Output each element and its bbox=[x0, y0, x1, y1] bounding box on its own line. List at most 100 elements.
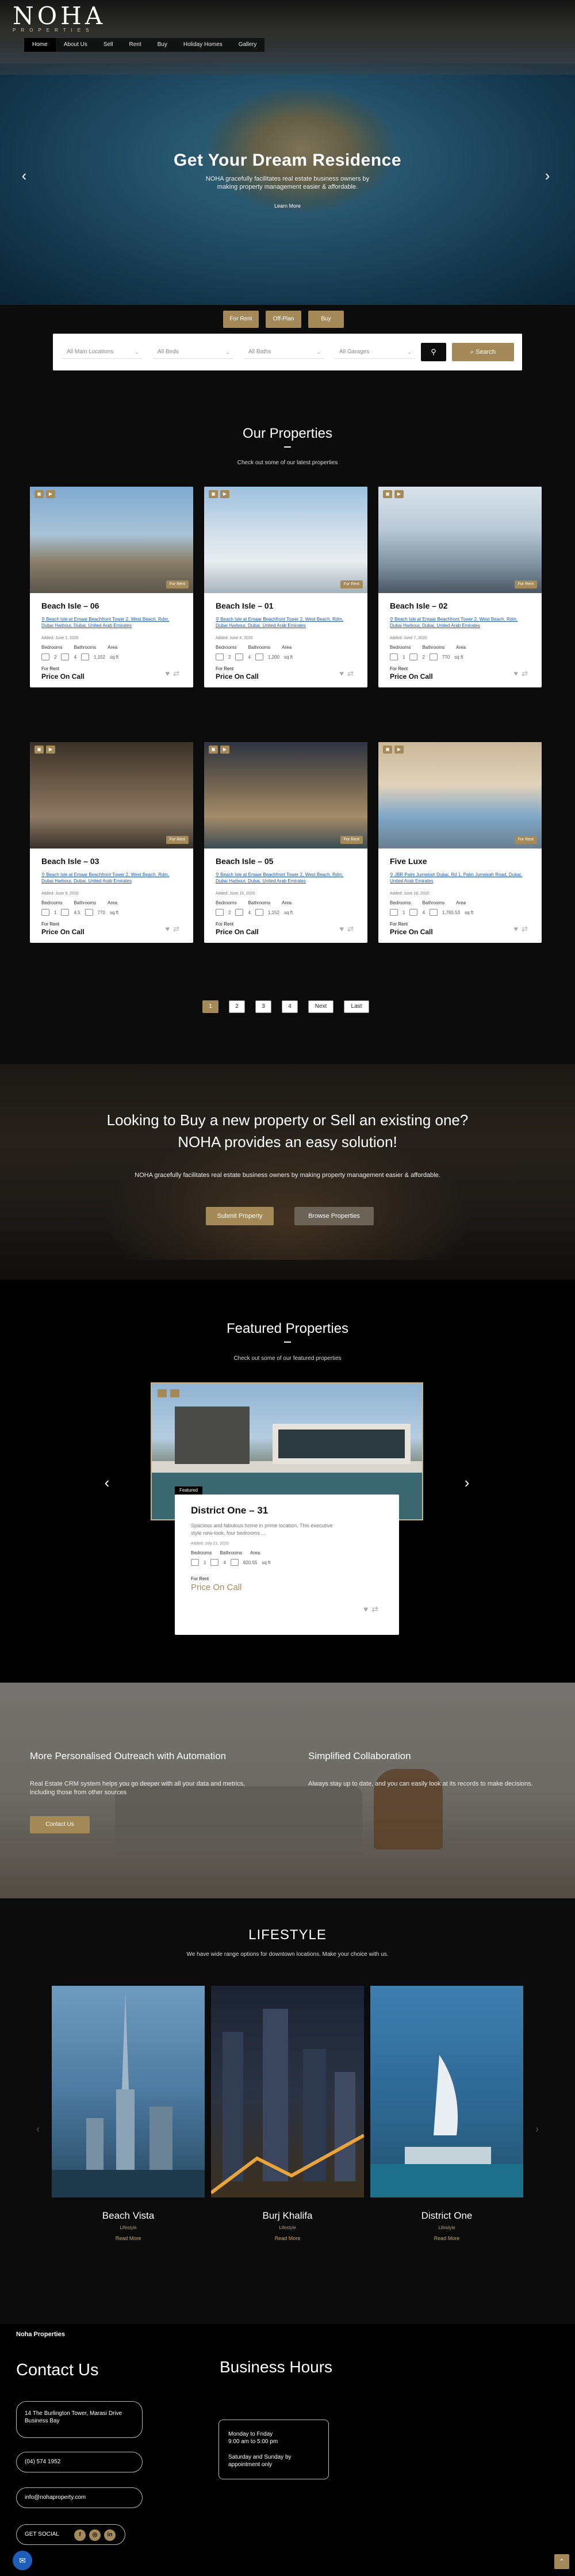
camera-icon[interactable]: ▣ bbox=[34, 746, 44, 754]
chat-icon[interactable]: ✉ bbox=[13, 2551, 32, 2570]
compare-icon[interactable]: ⇄ bbox=[347, 924, 357, 933]
property-address[interactable]: ⚲ JBR Palm Jumeirah Dubai, Rd 1, Palm Ju… bbox=[390, 872, 530, 890]
tab-off-plan[interactable]: Off-Plan bbox=[266, 311, 301, 328]
property-address[interactable]: ⚲ Beach Isle at Emaar Beachfront Tower 2… bbox=[216, 616, 356, 635]
property-card[interactable]: ▣ ▶ For Rent Beach Isle – 05 ⚲ Beach Isle at… bbox=[204, 742, 367, 943]
nav-item-sell[interactable]: Sell bbox=[95, 38, 121, 52]
back-to-top-icon[interactable]: ⌃ bbox=[554, 2554, 569, 2569]
property-address[interactable]: ⚲ Beach Isle at Emaar Beachfront Tower 2… bbox=[390, 616, 530, 635]
heart-icon[interactable]: ♥ bbox=[165, 669, 173, 678]
compare-icon[interactable]: ⇄ bbox=[347, 669, 357, 678]
compare-icon[interactable]: ⇄ bbox=[371, 1604, 382, 1614]
site-logo[interactable]: NOHA PROPERTIES bbox=[13, 3, 128, 33]
heart-icon[interactable]: ♥ bbox=[339, 924, 347, 933]
baths-select[interactable]: All Baths ⌄ bbox=[244, 345, 324, 359]
footer-email[interactable]: info@nohaproperty.com bbox=[16, 2487, 143, 2508]
heart-icon[interactable]: ♥ bbox=[513, 669, 522, 678]
nav-item-home[interactable]: Home bbox=[24, 38, 56, 52]
compare-icon[interactable]: ⇄ bbox=[173, 669, 183, 678]
browse-properties-button[interactable]: Browse Properties bbox=[294, 1207, 374, 1225]
tab-for-rent[interactable]: For Rent bbox=[223, 311, 259, 328]
page-3-button[interactable]: 3 bbox=[255, 1000, 271, 1013]
contact-us-button[interactable]: Contact Us bbox=[30, 1816, 90, 1833]
video-icon[interactable]: ▶ bbox=[394, 746, 404, 754]
heart-icon[interactable]: ♥ bbox=[339, 669, 347, 678]
video-icon[interactable]: ▶ bbox=[46, 490, 55, 498]
page-2-button[interactable]: 2 bbox=[229, 1000, 245, 1013]
hero-learn-more-button[interactable]: Learn More bbox=[259, 201, 316, 211]
video-icon[interactable]: ▶ bbox=[394, 490, 404, 498]
property-title[interactable]: Five Luxe bbox=[390, 857, 530, 866]
beds-select[interactable]: All Beds ⌄ bbox=[153, 345, 233, 359]
compare-icon[interactable]: ⇄ bbox=[522, 924, 531, 933]
property-title[interactable]: Beach Isle – 03 bbox=[41, 857, 182, 866]
page-1-button[interactable]: 1 bbox=[202, 1000, 218, 1013]
submit-property-button[interactable]: Submit Property bbox=[206, 1207, 274, 1225]
lifestyle-image-district-one[interactable] bbox=[370, 1986, 523, 2197]
nav-item-buy[interactable]: Buy bbox=[150, 38, 175, 52]
property-image[interactable]: ▣ ▶ For Rent bbox=[378, 742, 542, 849]
nav-item-gallery[interactable]: Gallery bbox=[231, 38, 265, 52]
hero-next-arrow-icon[interactable]: › bbox=[540, 168, 554, 183]
nav-item-about[interactable]: About Us bbox=[56, 38, 95, 52]
property-card[interactable]: ▣ ▶ For Rent Beach Isle – 03 ⚲ Beach Isle at… bbox=[30, 742, 193, 943]
heart-icon[interactable]: ♥ bbox=[513, 924, 522, 933]
footer-phone[interactable]: (04) 574 1952 bbox=[16, 2452, 143, 2472]
nav-item-holiday-homes[interactable]: Holiday Homes bbox=[175, 38, 231, 52]
camera-icon[interactable]: ▣ bbox=[209, 490, 218, 498]
property-image[interactable]: ▣ ▶ For Rent bbox=[204, 742, 367, 849]
read-more-link[interactable]: Read More bbox=[52, 2235, 205, 2241]
camera-icon[interactable]: ▣ bbox=[209, 746, 218, 754]
property-card[interactable]: ▣ ▶ For Rent Beach Isle – 06 ⚲ Beach Isle at… bbox=[30, 487, 193, 687]
bedrooms-value: 1 bbox=[402, 654, 405, 660]
property-card[interactable]: ▣ ▶ For Rent Beach Isle – 02 ⚲ Beach Isle at… bbox=[378, 487, 542, 687]
video-icon[interactable]: ▶ bbox=[46, 746, 55, 754]
property-image[interactable]: ▣ ▶ For Rent bbox=[30, 742, 193, 849]
property-card[interactable]: ▣ ▶ For Rent Five Luxe ⚲ JBR Palm Jumeirah D… bbox=[378, 742, 542, 943]
nav-item-rent[interactable]: Rent bbox=[121, 38, 150, 52]
garages-select[interactable]: All Garages ⌄ bbox=[335, 345, 415, 359]
property-address[interactable]: ⚲ Beach Isle at Emaar Beachfront Tower 2… bbox=[41, 616, 182, 635]
tab-buy[interactable]: Buy bbox=[308, 311, 344, 328]
camera-icon[interactable]: ▣ bbox=[383, 490, 392, 498]
property-title[interactable]: Beach Isle – 02 bbox=[390, 601, 530, 610]
heart-icon[interactable]: ♥ bbox=[165, 924, 173, 933]
linkedin-icon[interactable]: in bbox=[104, 2529, 116, 2541]
camera-icon[interactable]: ▣ bbox=[383, 746, 392, 754]
advanced-search-icon[interactable]: ⚲ bbox=[421, 343, 446, 361]
featured-property-title[interactable]: District One – 31 bbox=[191, 1505, 383, 1516]
next-page-button[interactable]: Next bbox=[308, 1000, 334, 1013]
property-title[interactable]: Beach Isle – 01 bbox=[216, 601, 356, 610]
property-status: For Rent bbox=[390, 922, 408, 927]
property-address[interactable]: ⚲ Beach Isle at Emaar Beachfront Tower 2… bbox=[216, 872, 356, 890]
instagram-icon[interactable]: ◎ bbox=[89, 2529, 101, 2541]
camera-icon[interactable]: ▣ bbox=[34, 490, 44, 498]
property-title[interactable]: Beach Isle – 06 bbox=[41, 601, 182, 610]
property-image[interactable]: ▣ ▶ For Rent bbox=[378, 487, 542, 593]
compare-icon[interactable]: ⇄ bbox=[173, 924, 183, 933]
lifestyle-prev-arrow-icon[interactable]: ‹ bbox=[31, 2123, 45, 2137]
property-address[interactable]: ⚲ Beach Isle at Emaar Beachfront Tower 2… bbox=[41, 872, 182, 890]
hero-prev-arrow-icon[interactable]: ‹ bbox=[17, 168, 31, 183]
compare-icon[interactable]: ⇄ bbox=[522, 669, 531, 678]
read-more-link[interactable]: Read More bbox=[370, 2235, 523, 2241]
video-icon[interactable]: ▶ bbox=[220, 490, 229, 498]
featured-prev-arrow-icon[interactable]: ‹ bbox=[100, 1475, 114, 1490]
property-image[interactable]: ▣ ▶ For Rent bbox=[204, 487, 367, 593]
property-image[interactable]: ▣ ▶ For Rent bbox=[30, 487, 193, 593]
property-title[interactable]: Beach Isle – 05 bbox=[216, 857, 356, 866]
search-button[interactable]: ⌕ Search bbox=[452, 343, 514, 361]
last-page-button[interactable]: Last bbox=[344, 1000, 369, 1013]
featured-next-arrow-icon[interactable]: › bbox=[460, 1475, 474, 1490]
featured-property-card[interactable]: District One – 31 Spacious and fabulous … bbox=[175, 1495, 399, 1635]
facebook-icon[interactable]: f bbox=[74, 2529, 86, 2541]
lifestyle-image-burj-khalifa[interactable] bbox=[211, 1986, 364, 2197]
read-more-link[interactable]: Read More bbox=[211, 2235, 364, 2241]
lifestyle-image-beach-vista[interactable] bbox=[52, 1986, 205, 2197]
page-4-button[interactable]: 4 bbox=[282, 1000, 298, 1013]
video-icon[interactable]: ▶ bbox=[220, 746, 229, 754]
heart-icon[interactable]: ♥ bbox=[363, 1604, 371, 1614]
property-card[interactable]: ▣ ▶ For Rent Beach Isle – 01 ⚲ Beach Isle at… bbox=[204, 487, 367, 687]
location-select[interactable]: All Main Locations ⌄ bbox=[62, 345, 143, 359]
lifestyle-next-arrow-icon[interactable]: › bbox=[530, 2123, 544, 2137]
